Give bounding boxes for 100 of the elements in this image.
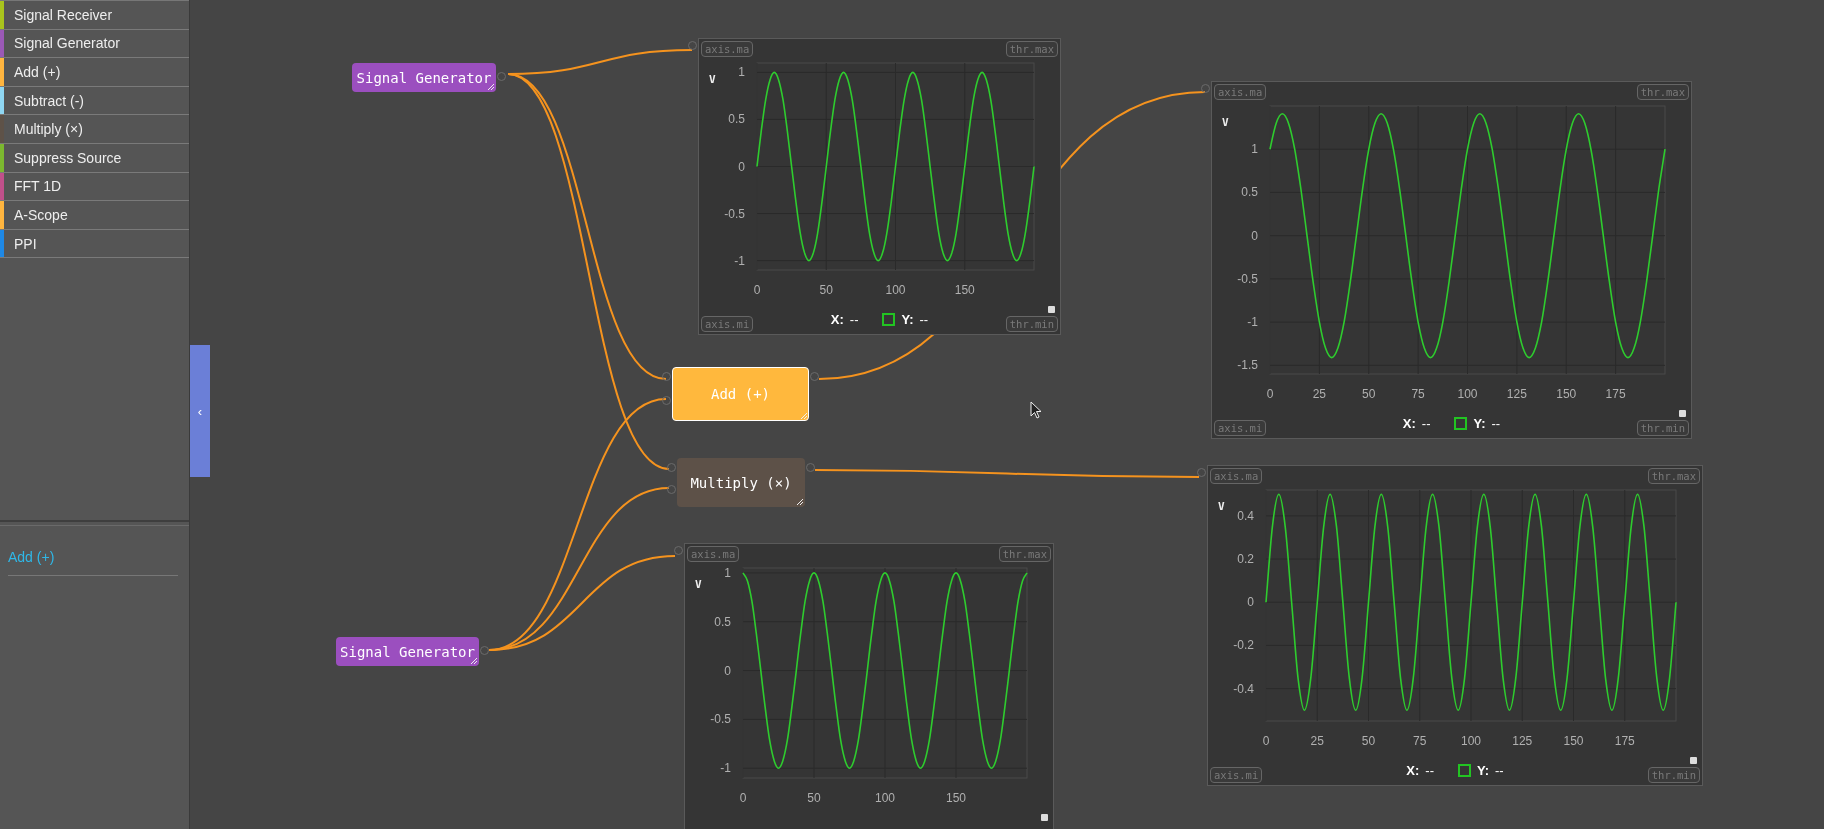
axis-tick-label: 25 xyxy=(1310,734,1324,748)
axis-tick-label: -1 xyxy=(720,761,731,776)
axis-tick-label: 1 xyxy=(738,65,745,80)
graph-node[interactable]: Multiply (×) xyxy=(677,458,805,507)
axis-tick-label: 0.5 xyxy=(728,112,745,127)
axis-tick-label: 175 xyxy=(1614,734,1635,748)
sidebar-item[interactable]: Multiply (×) xyxy=(0,115,189,144)
series-swatch-icon[interactable] xyxy=(1457,763,1471,777)
axis-tick-label: 100 xyxy=(885,283,906,297)
legend-label: Y: xyxy=(1473,415,1486,431)
axis-tick-label: 25 xyxy=(1312,387,1327,401)
axis-tick-label: 50 xyxy=(819,283,833,297)
sidebar-item[interactable]: Suppress Source xyxy=(0,143,189,173)
axis-tick-label: 50 xyxy=(1361,734,1376,748)
corner-label[interactable]: axis.ma xyxy=(687,546,740,562)
square-icon[interactable] xyxy=(1041,814,1048,821)
square-icon[interactable] xyxy=(1679,410,1686,417)
axis-tick-label: 175 xyxy=(1605,387,1626,401)
corner-label[interactable]: thr.min xyxy=(1005,316,1058,332)
corner-label[interactable]: axis.ma xyxy=(1210,468,1263,484)
axis-tick-label: -0.5 xyxy=(1237,271,1258,286)
sidebar-item[interactable]: FFT 1D xyxy=(0,172,189,202)
legend-value: -- xyxy=(919,311,929,327)
axis-tick-label: 0.5 xyxy=(1241,185,1258,200)
unit-label: V xyxy=(1222,116,1229,129)
corner-label[interactable]: thr.min xyxy=(1636,420,1689,436)
axis-tick-label: 0 xyxy=(1266,387,1274,401)
corner-label[interactable]: thr.max xyxy=(1005,41,1058,57)
axis-tick-label: 75 xyxy=(1413,734,1427,748)
axis-tick-label: 0 xyxy=(1262,734,1270,748)
resize-grip-icon[interactable] xyxy=(470,657,477,664)
corner-label[interactable]: axis.mi xyxy=(701,316,754,332)
sidebar-item[interactable]: Signal Generator xyxy=(0,29,189,59)
corner-label[interactable]: axis.mi xyxy=(1210,767,1263,783)
legend-label: X: xyxy=(1406,762,1420,778)
axis-tick-label: 1 xyxy=(1251,142,1258,157)
axis-tick-label: -0.4 xyxy=(1233,681,1254,696)
corner-label[interactable]: thr.max xyxy=(1636,84,1689,100)
axis-tick-label: 0 xyxy=(753,283,761,297)
sidebar-item[interactable]: Signal Receiver xyxy=(0,1,189,30)
axis-tick-label: 150 xyxy=(946,791,966,805)
collapse-handle[interactable]: ‹ xyxy=(190,345,210,477)
axis-tick-label: -1.5 xyxy=(1237,358,1258,373)
legend-value: -- xyxy=(1421,415,1431,431)
axis-tick-label: 50 xyxy=(807,791,821,805)
axis-tick-label: 125 xyxy=(1512,734,1533,748)
legend-value: -- xyxy=(849,311,859,327)
unit-label: V xyxy=(1218,500,1225,513)
unit-label: V xyxy=(695,578,702,591)
axis-tick-label: -1 xyxy=(734,253,745,268)
corner-label[interactable]: axis.mi xyxy=(1214,420,1267,436)
axis-tick-label: -1 xyxy=(1247,315,1258,330)
series-swatch-icon[interactable] xyxy=(882,312,896,326)
axis-tick-label: 0.4 xyxy=(1237,508,1254,523)
axis-tick-label: 0 xyxy=(1247,595,1254,610)
axis-tick-label: 100 xyxy=(1457,387,1478,401)
sidebar-item[interactable]: A-Scope xyxy=(0,201,189,230)
square-icon[interactable] xyxy=(1690,757,1697,764)
axis-tick-label: 125 xyxy=(1506,387,1527,401)
legend-value: -- xyxy=(1491,415,1501,431)
graph-node[interactable]: Signal Generator xyxy=(336,637,479,666)
sidebar-item[interactable]: Subtract (-) xyxy=(0,86,189,116)
legend-label: Y: xyxy=(901,311,914,327)
sidebar-item[interactable]: Add (+) xyxy=(0,58,189,87)
axis-tick-label: -0.5 xyxy=(724,206,745,221)
square-icon[interactable] xyxy=(1048,306,1055,313)
corner-label[interactable]: axis.ma xyxy=(701,41,754,57)
axis-tick-label: -0.2 xyxy=(1233,638,1254,653)
legend-label: X: xyxy=(830,311,844,327)
corner-label[interactable]: thr.min xyxy=(1647,767,1700,783)
axis-tick-label: 150 xyxy=(954,283,975,297)
axis-tick-label: 150 xyxy=(1556,387,1577,401)
axis-tick-label: 0 xyxy=(738,159,745,174)
series-swatch-icon[interactable] xyxy=(1454,416,1468,430)
cursor-icon xyxy=(1030,401,1042,419)
axis-tick-label: 150 xyxy=(1563,734,1584,748)
axis-tick-label: 50 xyxy=(1362,387,1376,401)
axis-tick-label: 0 xyxy=(1251,228,1258,243)
axis-tick-label: -0.5 xyxy=(710,712,731,727)
axis-tick-label: 0.5 xyxy=(714,614,731,629)
resize-grip-icon[interactable] xyxy=(487,83,494,90)
axis-tick-label: 75 xyxy=(1411,387,1425,401)
unit-label: V xyxy=(709,73,716,86)
sidebar-item[interactable]: PPI xyxy=(0,229,189,259)
legend-label: Y: xyxy=(1476,762,1489,778)
corner-label[interactable]: thr.max xyxy=(1647,468,1700,484)
corner-label[interactable]: axis.ma xyxy=(1214,84,1267,100)
axis-tick-label: 0 xyxy=(724,663,731,678)
legend-value: -- xyxy=(1425,762,1434,778)
axis-tick-label: 0.2 xyxy=(1237,552,1254,567)
inspector-title[interactable]: Add (+) xyxy=(8,549,55,566)
graph-node[interactable]: Add (+) xyxy=(672,367,809,421)
axis-tick-label: 100 xyxy=(875,791,895,805)
resize-grip-icon[interactable] xyxy=(796,498,803,505)
graph-node[interactable]: Signal Generator xyxy=(352,63,496,92)
resize-grip-icon[interactable] xyxy=(800,412,807,419)
legend-label: X: xyxy=(1402,415,1416,431)
axis-tick-label: 0 xyxy=(739,791,747,805)
legend-value: -- xyxy=(1495,762,1504,778)
corner-label[interactable]: thr.max xyxy=(998,546,1051,562)
